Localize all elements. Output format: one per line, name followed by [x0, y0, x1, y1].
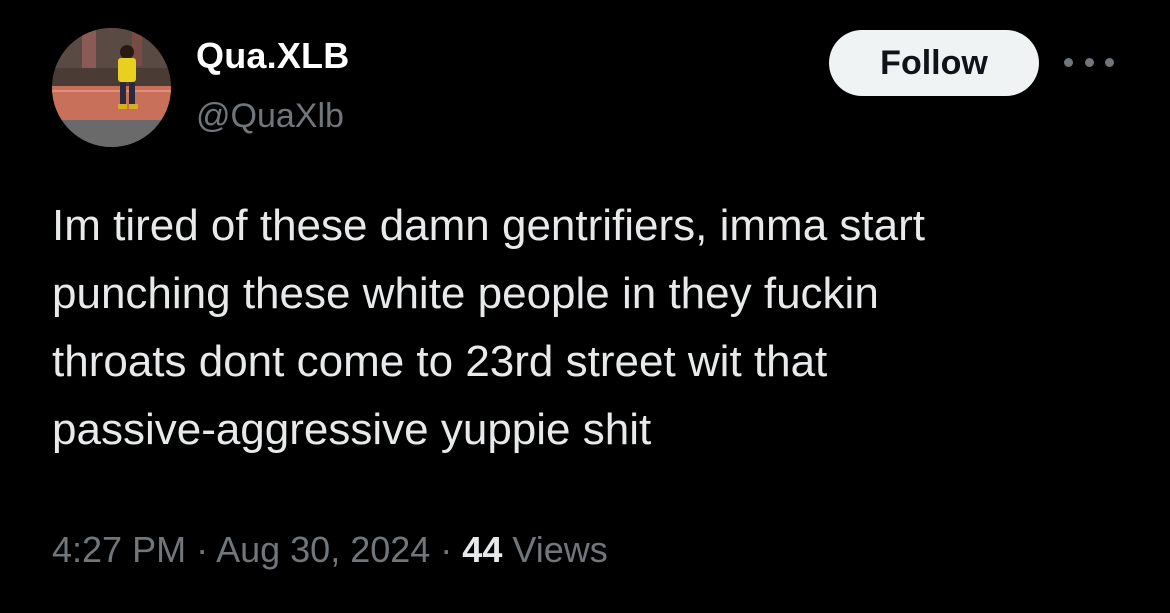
tweet-meta: 4:27 PM · Aug 30, 2024 · 44 Views [52, 528, 608, 572]
display-name[interactable]: Qua.XLB [196, 36, 349, 76]
tweet-date[interactable]: Aug 30, 2024 [216, 529, 430, 570]
dot [1084, 57, 1094, 67]
dot [1064, 57, 1073, 67]
user-handle[interactable]: @QuaXlb [196, 96, 349, 136]
views-label: Views [502, 529, 608, 570]
dot [1105, 57, 1114, 67]
meta-separator: · [430, 529, 463, 570]
meta-separator: · [186, 529, 217, 570]
tweet-text: Im tired of these damn gentrifiers, imma… [52, 201, 925, 454]
more-horizontal-icon[interactable] [1064, 48, 1114, 76]
follow-button[interactable]: Follow [829, 30, 1039, 96]
avatar[interactable] [52, 28, 171, 147]
views-count: 44 [462, 529, 503, 570]
tweet-time[interactable]: 4:27 PM [52, 529, 186, 570]
user-info: Qua.XLB @QuaXlb [196, 36, 349, 136]
avatar-photo [52, 28, 171, 147]
tweet-card: Qua.XLB @QuaXlb Follow Im tired of these… [0, 0, 1170, 613]
